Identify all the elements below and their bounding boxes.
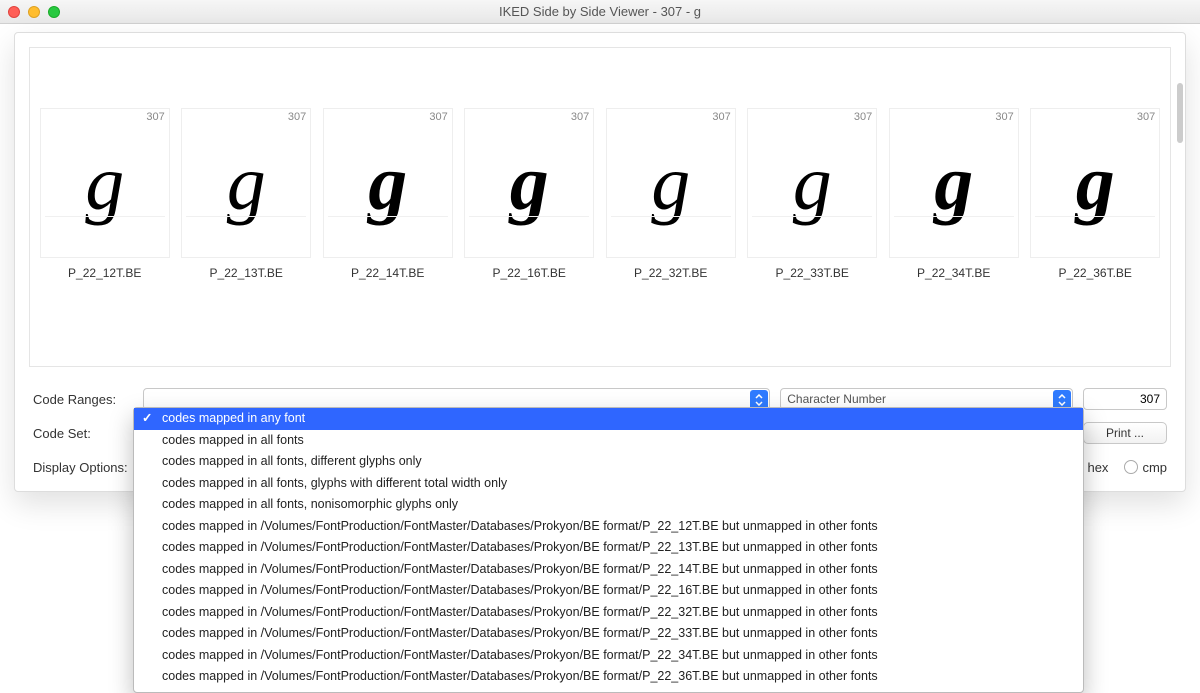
glyph-box: 307 g [464,108,594,258]
glyph-label: P_22_13T.BE [181,266,311,280]
glyph-box: 307 g [1030,108,1160,258]
glyph-label: P_22_14T.BE [323,266,453,280]
glyph-box: 307 g [889,108,1019,258]
dropdown-item[interactable]: codes mapped in all fonts, different gly… [134,451,1083,473]
print-button[interactable]: Print ... [1083,422,1167,444]
glyph-cell[interactable]: 307 g P_22_33T.BE [747,108,877,280]
dropdown-item[interactable]: codes mapped in /Volumes/FontProduction/… [134,666,1083,688]
glyph-code: 307 [712,111,730,123]
display-options-label: Display Options: [33,460,143,475]
glyph-label: P_22_33T.BE [747,266,877,280]
glyph-label: P_22_16T.BE [464,266,594,280]
baseline [752,216,872,217]
char-number-select-label: Character Number [787,392,886,406]
scrollbar[interactable] [1177,83,1183,143]
glyph-code: 307 [288,111,306,123]
glyph-code: 307 [995,111,1013,123]
window-title: IKED Side by Side Viewer - 307 - g [0,4,1200,19]
baseline [894,216,1014,217]
glyph-label: P_22_12T.BE [40,266,170,280]
glyph-char: g [1076,144,1115,222]
dropdown-item[interactable]: codes mapped in /Volumes/FontProduction/… [134,623,1083,645]
glyph-box: 307 g [606,108,736,258]
code-set-label: Code Set: [33,426,133,441]
dropdown-item[interactable]: codes mapped in /Volumes/FontProduction/… [134,559,1083,581]
baseline [186,216,306,217]
glyph-cell[interactable]: 307 g P_22_16T.BE [464,108,594,280]
glyph-cell[interactable]: 307 g P_22_12T.BE [40,108,170,280]
glyph-code: 307 [854,111,872,123]
glyph-char: g [368,144,407,222]
glyph-box: 307 g [181,108,311,258]
glyph-code: 307 [146,111,164,123]
glyph-char: g [227,144,266,222]
glyph-cell[interactable]: 307 g P_22_13T.BE [181,108,311,280]
glyph-code: 307 [429,111,447,123]
dropdown-item[interactable]: codes mapped in /Volumes/FontProduction/… [134,516,1083,538]
dropdown-item[interactable]: codes mapped in /Volumes/FontProduction/… [134,537,1083,559]
glyph-label: P_22_32T.BE [606,266,736,280]
glyph-box: 307 g [40,108,170,258]
dropdown-item[interactable]: codes mapped in /Volumes/FontProduction/… [134,602,1083,624]
baseline [1035,216,1155,217]
titlebar: IKED Side by Side Viewer - 307 - g [0,0,1200,24]
baseline [469,216,589,217]
dropdown-item[interactable]: codes mapped in /Volumes/FontProduction/… [134,580,1083,602]
code-set-dropdown[interactable]: codes mapped in any fontcodes mapped in … [133,407,1084,693]
glyph-row: 307 g P_22_12T.BE 307 g P_22_13T.BE 307 g P_22_1… [30,48,1170,280]
radio-cmp[interactable]: cmp [1124,460,1167,475]
glyph-cell[interactable]: 307 g P_22_34T.BE [889,108,1019,280]
glyph-code: 307 [571,111,589,123]
glyph-char: g [793,144,832,222]
baseline [45,216,165,217]
radio-icon [1124,460,1138,474]
glyph-label: P_22_36T.BE [1030,266,1160,280]
glyph-cell[interactable]: 307 g P_22_32T.BE [606,108,736,280]
char-number-input[interactable] [1083,388,1167,410]
glyph-cell[interactable]: 307 g P_22_14T.BE [323,108,453,280]
glyph-label: P_22_34T.BE [889,266,1019,280]
dropdown-item[interactable]: codes mapped in all fonts, glyphs with d… [134,473,1083,495]
glyph-code: 307 [1137,111,1155,123]
glyph-box: 307 g [323,108,453,258]
baseline [611,216,731,217]
dropdown-item[interactable]: codes mapped in all fonts [134,430,1083,452]
glyph-cell[interactable]: 307 g P_22_36T.BE [1030,108,1160,280]
dropdown-item[interactable]: codes mapped in all fonts, nonisomorphic… [134,494,1083,516]
dropdown-item[interactable]: codes mapped in any font [134,408,1083,430]
glyph-box: 307 g [747,108,877,258]
dropdown-item[interactable]: codes mapped in /Volumes/FontProduction/… [134,645,1083,667]
glyph-canvas: 307 g P_22_12T.BE 307 g P_22_13T.BE 307 g P_22_1… [29,47,1171,367]
baseline [328,216,448,217]
glyph-char: g [510,144,549,222]
glyph-char: g [934,144,973,222]
code-ranges-label: Code Ranges: [33,392,133,407]
glyph-char: g [85,144,124,222]
glyph-char: g [651,144,690,222]
